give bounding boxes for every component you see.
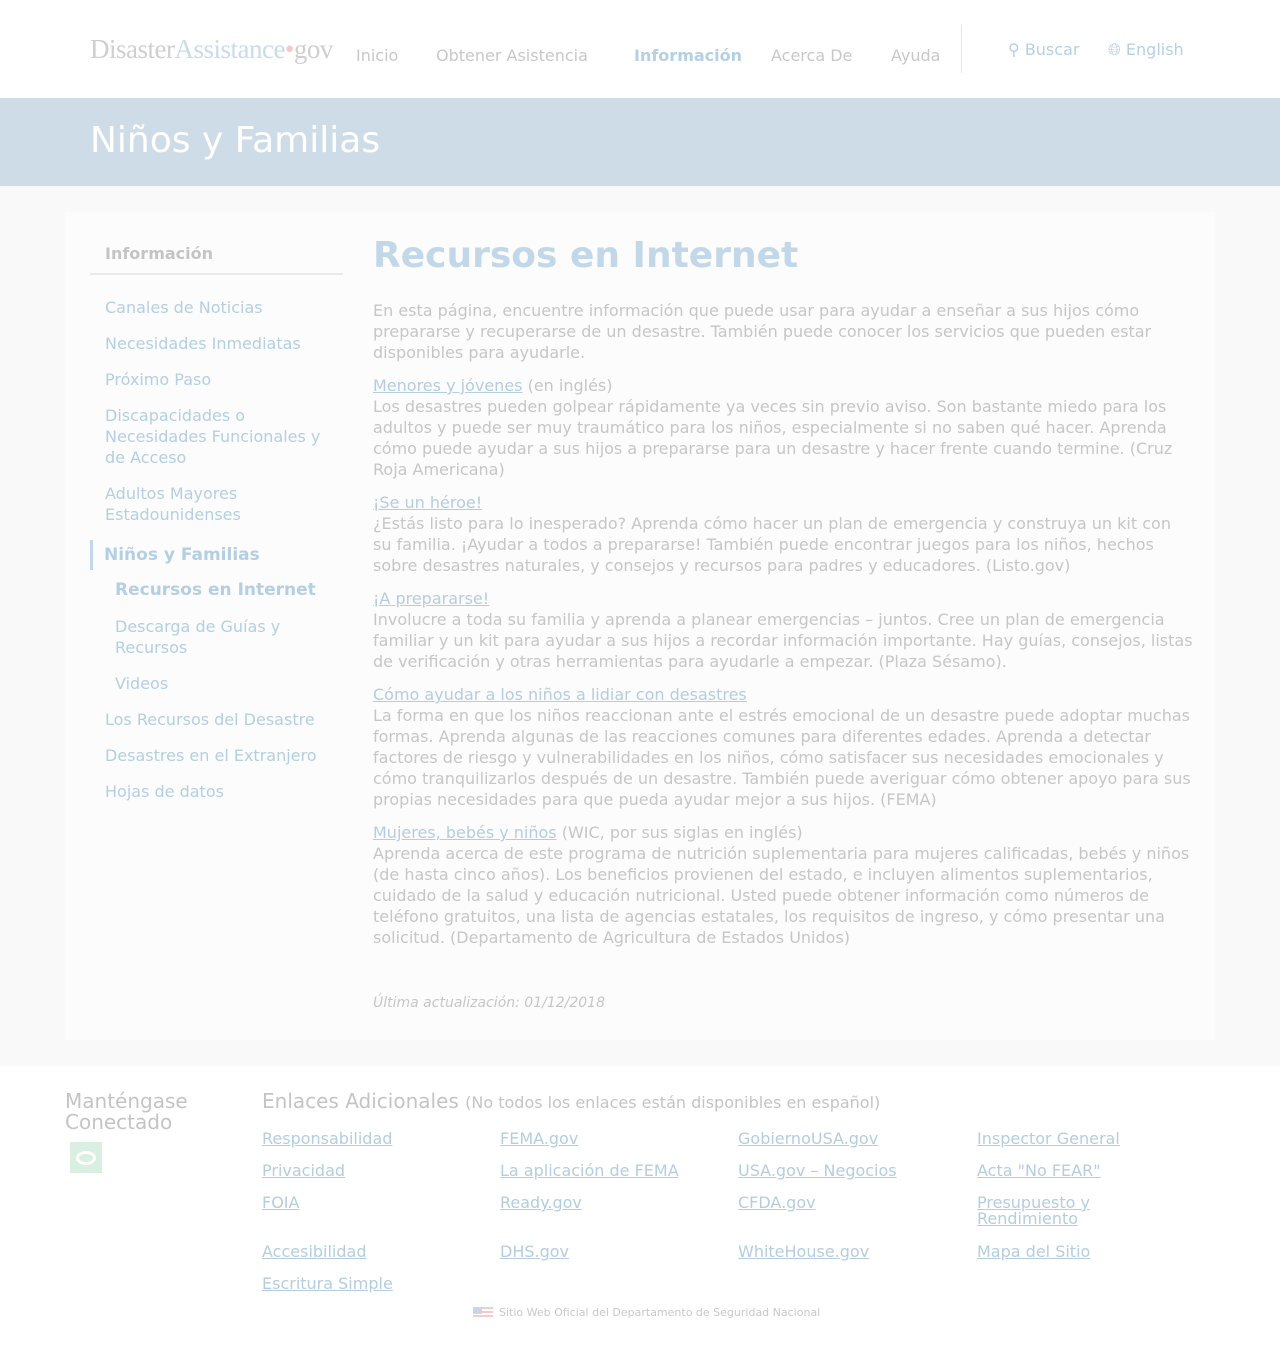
nav-inicio[interactable]: Inicio [356,46,398,65]
resource-link[interactable]: ¡Se un héroe! [373,493,482,512]
footer-link[interactable]: CFDA.gov [738,1195,816,1211]
sidebar-item[interactable]: Hojas de datos [90,781,343,802]
resource-item: Mujeres, bebés y niños (WIC, por sus sig… [373,822,1193,948]
resource-link[interactable]: Cómo ayudar a los niños a lidiar con des… [373,685,747,704]
footer-link[interactable]: Presupuesto y Rendimiento [977,1195,1137,1227]
footer-link[interactable]: Ready.gov [500,1195,582,1211]
resource-link[interactable]: ¡A prepararse! [373,589,489,608]
resource-item: Cómo ayudar a los niños a lidiar con des… [373,684,1193,810]
section-title: Recursos en Internet [373,235,799,276]
globe-icon: 🌐︎ [1108,40,1121,59]
intro-text: En esta página, encuentre información qu… [373,301,1152,362]
resource-item: Menores y jóvenes (en inglés) Los desastr… [373,375,1193,480]
footer-link[interactable]: Accesibilidad [262,1244,367,1260]
resource-description: La forma en que los niños reaccionan ant… [373,706,1191,809]
chat-bubble-icon [76,1150,96,1165]
footer-link[interactable]: Responsabilidad [262,1131,392,1147]
resource-description: Los desastres pueden golpear rápidamente… [373,397,1173,479]
additional-links-heading: Enlaces Adicionales (No todos los enlace… [262,1091,880,1113]
resource-description: ¿Estás listo para lo inesperado? Aprenda… [373,514,1171,575]
chat-button[interactable] [70,1142,102,1173]
footer-link[interactable]: FEMA.gov [500,1131,578,1147]
footer-link[interactable]: WhiteHouse.gov [738,1244,869,1260]
sidebar-item[interactable]: Próximo Paso [90,369,343,390]
logo-dot: • [284,34,294,64]
resource-link[interactable]: Mujeres, bebés y niños [373,823,557,842]
page-banner: Niños y Familias [0,98,1280,186]
resource-note: (WIC, por sus siglas en inglés) [556,823,803,842]
divider [961,25,962,73]
footer-link[interactable]: DHS.gov [500,1244,569,1260]
sidebar: Información Canales de Noticias Necesida… [90,240,343,802]
logo-text: Disaster [90,34,175,64]
last-updated: Última actualización: 01/12/2018 [373,995,605,1011]
official-site-notice: Sitio Web Oficial del Departamento de Se… [473,1306,820,1319]
footer-link[interactable]: USA.gov – Negocios [738,1163,897,1179]
footer-link[interactable]: GobiernoUSA.gov [738,1131,878,1147]
search-icon: ⚲ [1008,40,1020,59]
resource-description: Aprenda acerca de este programa de nutri… [373,844,1190,947]
sidebar-item[interactable]: Adultos Mayores Estadounidenses [90,483,343,525]
page-title: Niños y Familias [90,120,381,161]
links-note: (No todos los enlaces están disponibles … [465,1093,881,1112]
footer-link[interactable]: Inspector General [977,1131,1120,1147]
sidebar-subitem-active[interactable]: Recursos en Internet [90,580,343,601]
nav-obtener-asistencia[interactable]: Obtener Asistencia [436,46,588,65]
search-label: Buscar [1024,40,1080,59]
search-button[interactable]: ⚲ Buscar [1008,40,1079,59]
footer-link[interactable]: Acta "No FEAR" [977,1163,1101,1179]
sidebar-item-active[interactable]: Niños y Familias [90,540,343,570]
sidebar-subitem[interactable]: Videos [90,673,343,694]
resource-note: (en inglés) [522,376,613,395]
sidebar-item[interactable]: Canales de Noticias [90,297,343,318]
resource-description: Involucre a toda su familia y aprenda a … [373,610,1193,671]
sidebar-item[interactable]: Desastres en el Extranjero [90,745,343,766]
site-logo[interactable]: DisasterAssistance•gov [90,34,333,65]
resource-link[interactable]: Menores y jóvenes [373,376,523,395]
footer-link[interactable]: Mapa del Sitio [977,1244,1090,1260]
site-header: DisasterAssistance•gov Inicio Obtener As… [0,0,1280,98]
links-title: Enlaces Adicionales [262,1089,459,1113]
sidebar-item[interactable]: Los Recursos del Desastre [90,709,343,730]
main-content: Recursos en Internet En esta página, enc… [373,234,1193,960]
footer-link[interactable]: FOIA [262,1195,299,1211]
logo-text: Assistance [174,34,285,64]
language-label: English [1125,40,1184,59]
nav-ayuda[interactable]: Ayuda [891,46,940,65]
sidebar-heading: Información [90,240,343,275]
sidebar-item[interactable]: Discapacidades o Necesidades Funcionales… [90,405,343,468]
footer-link[interactable]: La aplicación de FEMA [500,1163,679,1179]
stay-connected-heading: Manténgase Conectado [65,1089,188,1134]
nav-informacion[interactable]: Información [634,46,742,65]
sidebar-item[interactable]: Necesidades Inmediatas [90,333,343,354]
logo-text: gov [293,34,334,64]
resource-item: ¡A prepararse! Involucre a toda su famili… [373,588,1193,672]
footer-link[interactable]: Escritura Simple [262,1276,393,1292]
sidebar-subitem[interactable]: Descarga de Guías y Recursos [90,616,343,658]
footer-link[interactable]: Privacidad [262,1163,345,1179]
language-button[interactable]: 🌐︎ English [1108,40,1184,60]
resource-item: ¡Se un héroe! ¿Estás listo para lo inespe… [373,492,1193,576]
nav-acerca-de[interactable]: Acerca De [771,46,852,65]
us-flag-icon [473,1306,493,1319]
official-text: Sitio Web Oficial del Departamento de Se… [499,1306,821,1319]
